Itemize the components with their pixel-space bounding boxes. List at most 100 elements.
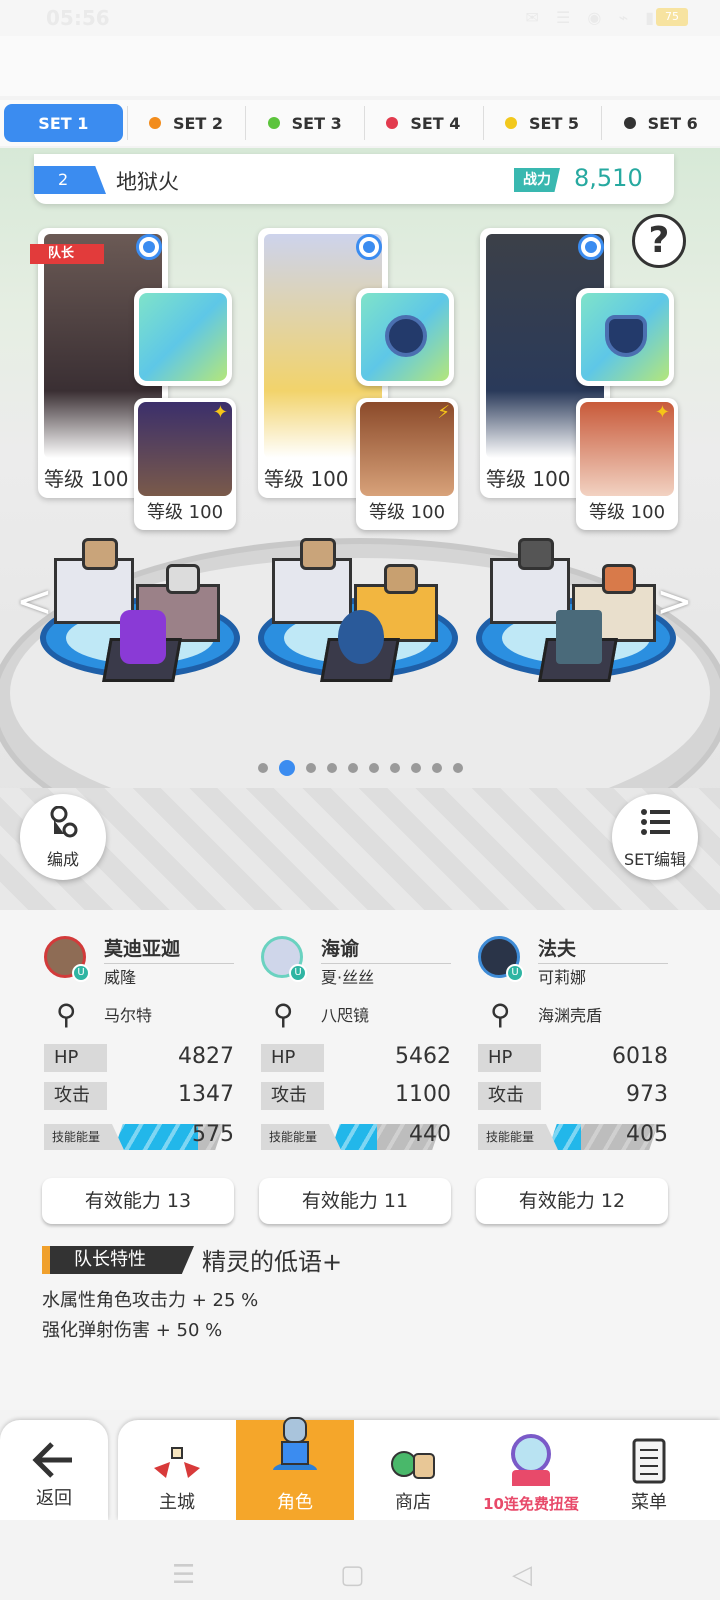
green-dot-icon [267,117,280,129]
energy-value: 405 [626,1122,668,1147]
hp-stat: HP 4827 [44,1044,234,1074]
weapon-name: 海渊壳盾 [538,1006,603,1025]
page-dot[interactable] [453,763,463,773]
hp-label: HP [44,1044,134,1072]
nav-shop[interactable]: 商店 [354,1420,472,1520]
nav-gacha[interactable]: 10连免费扭蛋 [472,1420,590,1520]
weapon-name: 马尔特 [104,1006,153,1025]
tab-set-5[interactable]: SET 5 [482,100,602,146]
leader-badge: 队长 [30,244,104,264]
select-pin-icon[interactable] [136,234,162,260]
page-dot[interactable] [390,763,400,773]
atk-value: 1100 [395,1082,451,1107]
tab-label: SET 4 [410,113,461,133]
tab-label: SET 2 [172,113,224,133]
home-icon[interactable]: ▢ [340,1560,365,1590]
energy-label: 技能能量 [261,1124,341,1150]
nav-label: 主城 [159,1492,195,1513]
atk-stat: 攻击 1100 [261,1082,451,1112]
skill-energy: 技能能量 405 [478,1122,668,1152]
set-edit-button[interactable]: SET编辑 [612,794,698,880]
hp-stat: HP 5462 [261,1044,451,1074]
atk-label: 攻击 [478,1082,568,1110]
nav-label: 角色 [277,1492,313,1513]
sub-hero-name: 可莉娜 [538,968,587,987]
sub-hero-level: 等级 100 [368,502,446,523]
bottom-nav: 返回 主城 角色 商店 10连免费扭蛋 菜单 [0,1410,720,1520]
team-bar[interactable]: 2 地狱火 战力 8,510 [34,154,674,204]
energy-value: 575 [192,1122,234,1147]
set-edit-label: SET编辑 [623,850,687,869]
tab-set-2[interactable]: SET 2 [126,100,246,146]
back-label: 返回 [36,1488,72,1509]
potion-icon [120,610,166,664]
chibi-sub-hero [602,564,636,594]
chevron-left-icon[interactable]: < [16,576,53,627]
hero-pedestal-2[interactable] [258,538,458,688]
sub-hero-card-1[interactable]: ✦ 等级 100 [134,398,236,530]
page-dot-active[interactable] [279,760,295,776]
hero-name: 法夫 [538,934,668,964]
nav-label: 10连免费扭蛋 [483,1495,579,1513]
set-tabs: SET 1 SET 2 SET 3 SET 4 SET 5 SET 6 [0,100,720,146]
lightning-icon: ⚡ [437,402,450,423]
weapon-slot-2[interactable] [356,288,454,386]
formation-button[interactable]: 编成 [20,794,106,880]
tab-label: SET 3 [291,113,342,133]
chevron-right-icon[interactable]: > [656,576,693,627]
atk-stat: 攻击 973 [478,1082,668,1112]
tab-set-1[interactable]: SET 1 [4,104,123,142]
status-time: 05:56 [46,6,110,30]
page-dot[interactable] [348,763,358,773]
weapon-slot-3[interactable] [576,288,674,386]
mirror-gem-icon [385,315,427,357]
select-pin-icon[interactable] [356,234,382,260]
page-dot[interactable] [411,763,421,773]
hp-value: 6018 [612,1044,668,1069]
spear-icon [139,293,227,381]
effective-ability-button[interactable]: 有效能力 11 [259,1178,451,1224]
orange-dot-icon [148,117,161,129]
page-dot[interactable] [258,763,268,773]
team-name: 地狱火 [116,170,179,194]
nav-main-city[interactable]: 主城 [118,1420,236,1520]
nav-menu[interactable]: 菜单 [590,1420,708,1520]
nav-label: 菜单 [631,1492,667,1513]
hero-pedestal-3[interactable] [476,538,676,688]
system-nav-bar: ☰ ▢ ◁ [0,1520,720,1600]
page-indicator [258,760,463,776]
leader-effect-1: 水属性角色攻击力 + 25 % [42,1290,259,1311]
hp-stat: HP 6018 [478,1044,668,1074]
hero-pedestal-1[interactable] [40,538,240,688]
nav-hero[interactable]: 角色 [236,1417,354,1520]
help-button[interactable]: ? [632,214,686,268]
tab-set-3[interactable]: SET 3 [245,100,364,146]
weapon-slot-1[interactable] [134,288,232,386]
weapon-icon: ⚲ [273,998,294,1031]
back-nav-icon[interactable]: ◁ [512,1560,532,1590]
page-dot[interactable] [327,763,337,773]
page-dot[interactable] [432,763,442,773]
hp-value: 4827 [178,1044,234,1069]
select-pin-icon[interactable] [578,234,604,260]
tab-set-4[interactable]: SET 4 [364,100,483,146]
tab-set-6[interactable]: SET 6 [601,100,720,146]
tab-label: SET 5 [528,113,580,133]
sub-hero-card-3[interactable]: ✦ 等级 100 [576,398,678,530]
red-dot-icon [386,117,399,129]
hero-name: 海谕 [321,934,451,964]
battery-icon: 75 [656,8,688,26]
page-dot[interactable] [369,763,379,773]
hp-label: HP [478,1044,568,1072]
skill-energy: 技能能量 440 [261,1122,451,1152]
sub-hero-card-2[interactable]: ⚡ 等级 100 [356,398,458,530]
team-scene: 2 地狱火 战力 8,510 ? 等级 100 队长 ✦ 等级 100 等级 1… [0,148,720,910]
effective-ability-button[interactable]: 有效能力 13 [42,1178,234,1224]
energy-label: 技能能量 [44,1124,124,1150]
page-dot[interactable] [306,763,316,773]
back-button[interactable]: 返回 [0,1420,108,1520]
recent-apps-icon[interactable]: ☰ [172,1560,195,1590]
effective-ability-button[interactable]: 有效能力 12 [476,1178,668,1224]
atk-stat: 攻击 1347 [44,1082,234,1112]
menu-scroll-icon [632,1438,666,1484]
